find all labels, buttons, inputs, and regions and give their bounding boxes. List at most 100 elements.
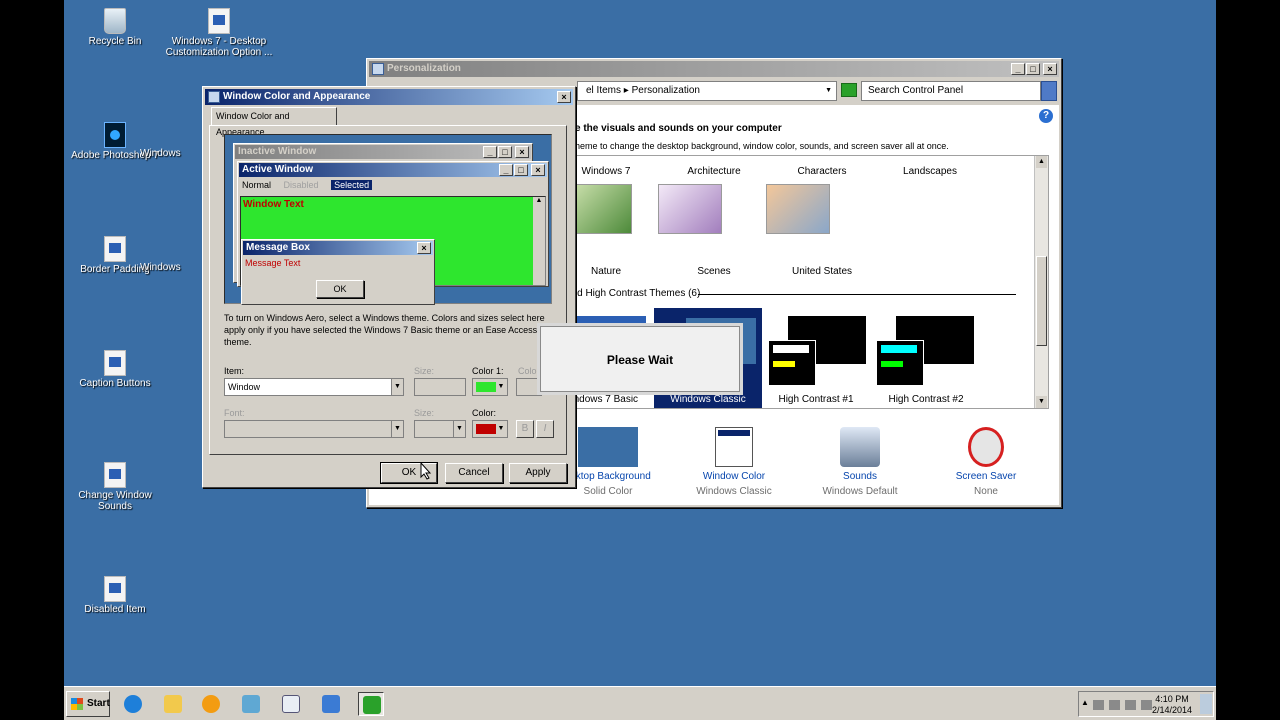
tab-window-color-appearance[interactable]: Window Color and Appearance <box>211 107 337 137</box>
address-bar[interactable]: el Items ▸ Personalization ▼ <box>577 81 837 101</box>
taskbar-app-4[interactable] <box>238 692 264 716</box>
preview-message-box[interactable]: Message Box × Message Text OK <box>241 239 435 305</box>
chevron-up-icon[interactable]: ▲ <box>1081 698 1089 707</box>
window-icon <box>282 695 300 713</box>
dialog-icon <box>208 91 220 103</box>
taskbar-personalization[interactable] <box>358 692 384 716</box>
theme-windows-7[interactable]: Windows 7 <box>566 166 656 177</box>
window-color-icon <box>715 427 753 467</box>
theme-architecture[interactable]: Architecture <box>664 166 764 177</box>
document-icon <box>242 695 260 713</box>
aero-description: To turn on Windows Aero, select a Window… <box>224 313 545 347</box>
desktop-icon-windows-2[interactable]: Windows <box>140 148 200 159</box>
desktop-icon-windows-3[interactable]: Windows <box>140 262 200 273</box>
scroll-thumb[interactable] <box>1036 256 1047 346</box>
network-icon[interactable] <box>1125 700 1136 710</box>
theme-high-contrast-2[interactable]: High Contrast #2 <box>876 394 976 405</box>
close-button[interactable]: × <box>557 91 571 103</box>
desktop-icon-caption-buttons[interactable]: Caption Buttons <box>64 350 170 389</box>
desktop-icon-win7-customization[interactable]: Windows 7 - Desktop Customization Option… <box>164 8 274 58</box>
appearance-preview[interactable]: Inactive Window _ □ × Active Window _ □ × No… <box>224 134 552 305</box>
font-color-picker[interactable]: ▼ <box>472 420 508 438</box>
taskbar-app-6[interactable] <box>318 692 344 716</box>
windows-logo-icon <box>71 698 83 710</box>
refresh-icon[interactable] <box>841 83 857 97</box>
chevron-down-icon: ▼ <box>391 379 403 395</box>
control-panel-icon <box>322 695 340 713</box>
color1-swatch <box>476 382 496 392</box>
font-select: ▼ <box>224 420 404 438</box>
theme-high-contrast-1[interactable]: High Contrast #1 <box>766 394 866 405</box>
scroll-down-icon[interactable]: ▼ <box>1036 396 1047 408</box>
item-select[interactable]: Window ▼ <box>224 378 404 396</box>
preview-ok-button[interactable]: OK <box>316 280 364 298</box>
folder-icon <box>164 695 182 713</box>
dialog-titlebar[interactable]: Window Color and Appearance × <box>205 89 573 105</box>
cancel-button[interactable]: Cancel <box>445 463 503 483</box>
color2-picker <box>516 378 542 396</box>
close-button[interactable]: × <box>1043 63 1057 75</box>
system-tray: ▲ 4:10 PM 2/14/2014 <box>1078 691 1214 717</box>
document-icon <box>104 462 126 488</box>
personalization-titlebar[interactable]: Personalization _ □ × <box>369 61 1059 77</box>
screen-saver-icon <box>968 427 1004 467</box>
theme-united-states-thumbnail[interactable] <box>766 184 830 234</box>
page-subheading: heme to change the desktop background, w… <box>575 141 949 151</box>
scroll-up-icon[interactable]: ▲ <box>1036 156 1047 168</box>
media-player-icon <box>202 695 220 713</box>
sounds-link[interactable]: Sounds Windows Default <box>805 427 915 497</box>
apply-button[interactable]: Apply <box>509 463 567 483</box>
taskbar-app-5[interactable] <box>278 692 304 716</box>
bold-button: B <box>516 420 534 438</box>
document-icon <box>104 236 126 262</box>
font-color-swatch <box>476 424 496 434</box>
minimize-button[interactable]: _ <box>1011 63 1025 75</box>
taskbar-media-player[interactable] <box>198 692 224 716</box>
theme-high-contrast-1-thumbnail[interactable] <box>768 316 866 386</box>
desktop-icon-disabled-item[interactable]: Disabled Item <box>64 576 170 615</box>
theme-nature[interactable]: Nature <box>566 266 656 277</box>
taskbar: Start ▲ 4:10 PM 2/14/2014 <box>64 686 1216 720</box>
please-wait-dialog: Please Wait <box>540 326 740 392</box>
personalization-icon <box>363 696 381 714</box>
theme-scenes[interactable]: Scenes <box>664 266 764 277</box>
appearance-panel: Inactive Window _ □ × Active Window _ □ × No… <box>209 125 567 455</box>
clock[interactable]: 4:10 PM 2/14/2014 <box>1147 694 1197 716</box>
taskbar-explorer[interactable] <box>160 692 186 716</box>
show-desktop-button[interactable] <box>1200 694 1212 714</box>
chevron-down-icon[interactable]: ▼ <box>825 82 832 100</box>
screen-saver-link[interactable]: Screen Saver None <box>931 427 1041 497</box>
start-button[interactable]: Start <box>66 691 110 717</box>
search-input[interactable]: Search Control Panel <box>861 81 1041 101</box>
window-color-link[interactable]: Window Color Windows Classic <box>679 427 789 497</box>
desktop-icon-recycle-bin[interactable]: Recycle Bin <box>64 8 170 47</box>
color1-picker[interactable]: ▼ <box>472 378 508 396</box>
desktop-background-icon <box>578 427 638 467</box>
mouse-cursor-icon <box>420 462 432 480</box>
maximize-button[interactable]: □ <box>1026 63 1040 75</box>
theme-united-states[interactable]: United States <box>772 266 872 277</box>
page-heading: e the visuals and sounds on your compute… <box>575 123 782 134</box>
photoshop-icon <box>104 122 126 148</box>
theme-list-scrollbar[interactable]: ▲ ▼ <box>1034 156 1048 408</box>
theme-landscapes[interactable]: Landscapes <box>880 166 980 177</box>
theme-characters[interactable]: Characters <box>772 166 872 177</box>
italic-button: I <box>536 420 554 438</box>
sounds-icon <box>840 427 880 467</box>
theme-scenes-thumbnail[interactable] <box>658 184 722 234</box>
desktop-icon-change-sounds[interactable]: Change Window Sounds <box>64 462 170 512</box>
font-size-select: ▼ <box>414 420 466 438</box>
theme-windows-7-basic[interactable]: Windows 7 Basic <box>566 394 650 405</box>
tray-icon-1[interactable] <box>1093 700 1104 710</box>
theme-nature-thumbnail[interactable] <box>568 184 632 234</box>
search-icon[interactable] <box>1041 81 1057 101</box>
help-icon[interactable]: ? <box>1039 109 1053 123</box>
control-panel-icon <box>372 63 384 75</box>
recycle-bin-icon <box>104 8 126 34</box>
taskbar-internet-explorer[interactable] <box>120 692 146 716</box>
desktop: Recycle Bin Windows 7 - Desktop Customiz… <box>64 0 1216 720</box>
theme-high-contrast-2-thumbnail[interactable] <box>876 316 974 386</box>
theme-windows-classic[interactable]: Windows Classic <box>658 394 758 405</box>
item-size-spinner <box>414 378 466 396</box>
tray-icon-2[interactable] <box>1109 700 1120 710</box>
